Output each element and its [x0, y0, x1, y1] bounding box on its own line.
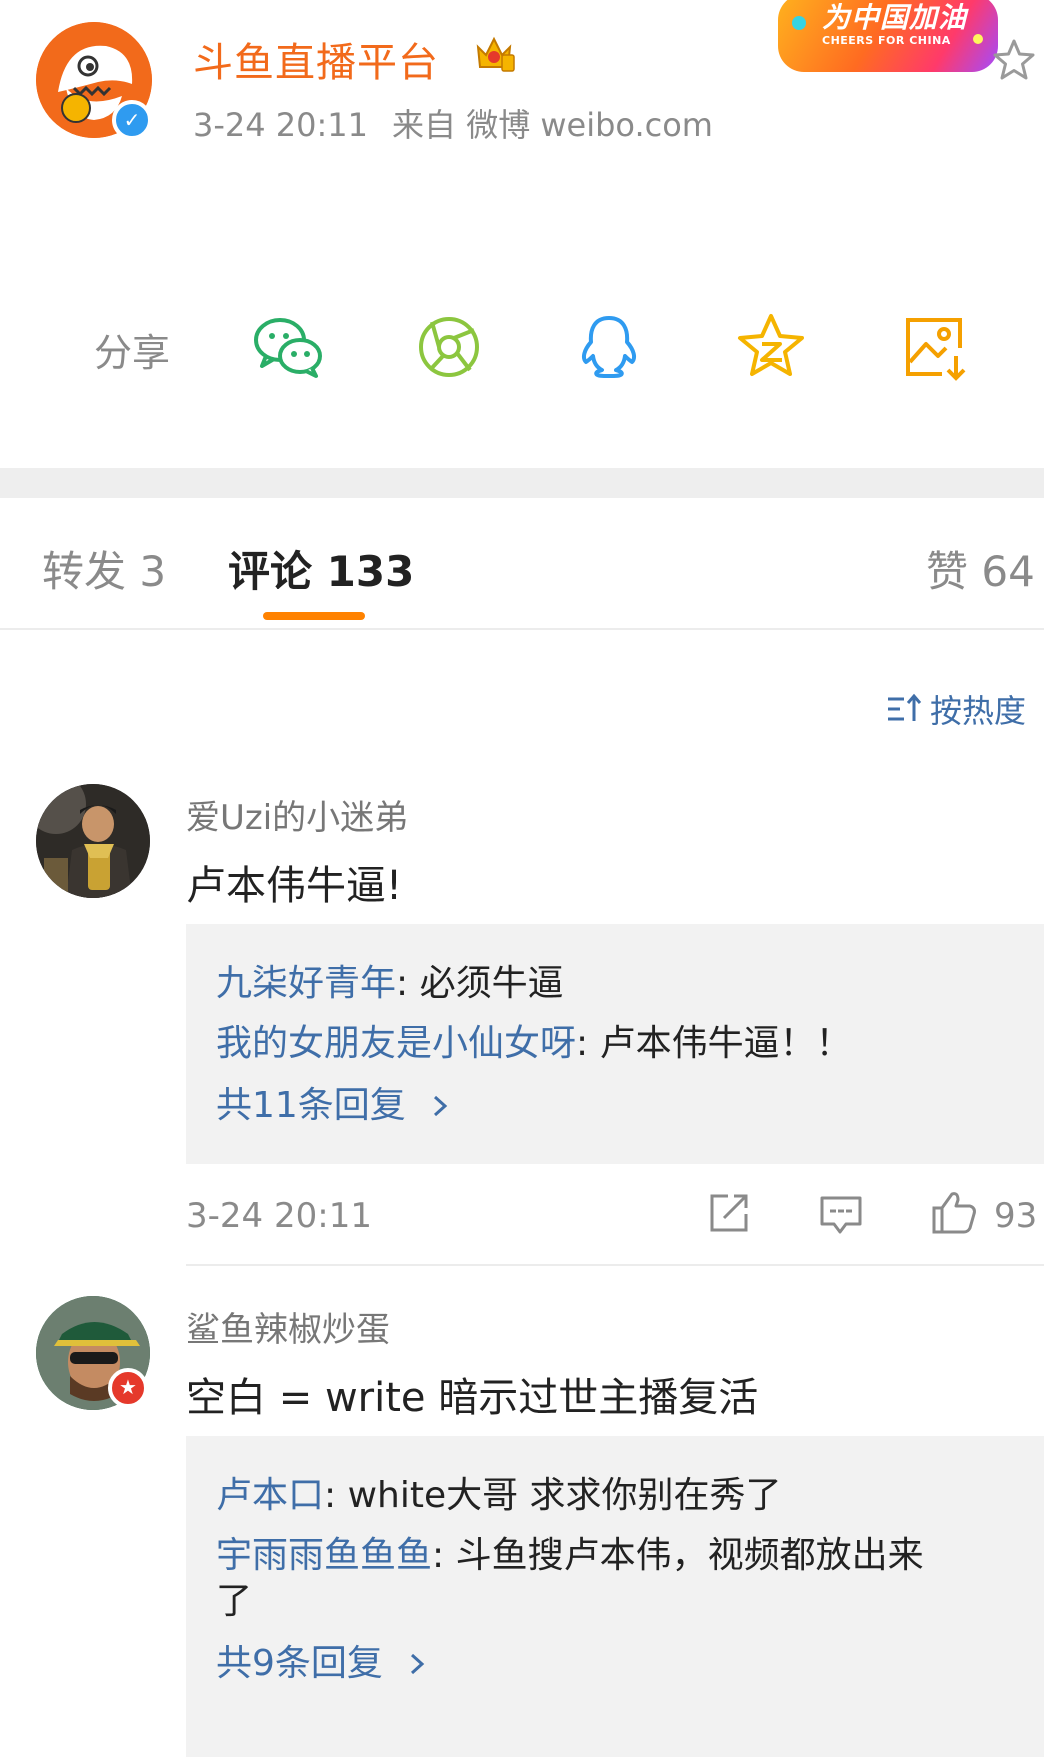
- wechat-icon[interactable]: [250, 308, 328, 386]
- reply-user[interactable]: 我的女朋友是小仙女呀: [216, 1023, 576, 1064]
- reply-item[interactable]: 我的女朋友是小仙女呀: 卢本伟牛逼！！: [216, 1014, 852, 1066]
- save-image-icon[interactable]: [896, 308, 974, 386]
- reply-item[interactable]: 宇雨雨鱼鱼鱼: 斗鱼搜卢本伟，视频都放出来: [216, 1526, 924, 1578]
- comment-text: 空白 = write 暗示过世主播复活: [186, 1375, 759, 1421]
- banner-subtitle: CHEERS FOR CHINA: [822, 34, 951, 47]
- commenter-avatar[interactable]: [36, 784, 150, 898]
- reply-item[interactable]: 卢本口: white大哥 求求你别在秀了: [216, 1466, 782, 1518]
- comment-time: 3-24 20:11: [186, 1196, 372, 1236]
- banner-decoration-dot: [973, 34, 983, 44]
- view-all-replies-link[interactable]: 共11条回复: [216, 1076, 451, 1128]
- comment-text: 卢本伟牛逼!: [186, 863, 403, 909]
- section-separator: [0, 468, 1044, 498]
- commenter-name[interactable]: 爱Uzi的小迷弟: [186, 790, 408, 839]
- poster-name[interactable]: 斗鱼直播平台: [193, 30, 439, 88]
- commenter-name[interactable]: 鲨鱼辣椒炒蛋: [186, 1302, 390, 1351]
- active-tab-indicator: [263, 612, 365, 620]
- view-all-replies-label: 共11条回复: [216, 1085, 406, 1126]
- thumbs-up-icon[interactable]: [930, 1188, 978, 1236]
- sort-by-hot-button[interactable]: 按热度: [886, 686, 1026, 732]
- reply-user[interactable]: 卢本口: [216, 1475, 324, 1516]
- reply-item[interactable]: 九柒好青年: 必须牛逼: [216, 954, 564, 1006]
- reply-text: 了: [216, 1581, 253, 1622]
- share-label: 分享: [94, 331, 171, 375]
- reply-preview-box[interactable]: 卢本口: white大哥 求求你别在秀了 宇雨雨鱼鱼鱼: 斗鱼搜卢本伟，视频都放…: [186, 1436, 1044, 1757]
- qzone-icon[interactable]: [732, 308, 810, 386]
- post-source: 来自 微博 weibo.com: [392, 106, 713, 144]
- verified-badge-icon: ✓: [112, 100, 152, 140]
- qq-icon[interactable]: [570, 308, 648, 386]
- reply-text: : 卢本伟牛逼！！: [576, 1023, 852, 1064]
- reply-user[interactable]: 九柒好青年: [216, 963, 396, 1004]
- reply-text: : 必须牛逼: [396, 963, 564, 1004]
- moments-icon[interactable]: [410, 308, 488, 386]
- chevron-right-icon: [434, 1095, 448, 1117]
- favorite-star-icon[interactable]: [990, 36, 1038, 84]
- cheers-for-china-banner[interactable]: 为中国加油 CHEERS FOR CHINA: [778, 0, 998, 72]
- tab-divider: [0, 628, 1044, 630]
- like-count: 93: [994, 1196, 1038, 1236]
- reply-item-continued: 了: [216, 1572, 252, 1624]
- reply-user[interactable]: 宇雨雨鱼鱼鱼: [216, 1535, 432, 1576]
- tab-comments[interactable]: 评论 133: [228, 538, 414, 599]
- banner-decoration-dot: [792, 16, 806, 30]
- tab-reposts[interactable]: 转发 3: [42, 538, 166, 599]
- sort-icon: [888, 693, 922, 721]
- view-all-replies-label: 共9条回复: [216, 1643, 383, 1684]
- view-all-replies-link[interactable]: 共9条回复: [216, 1634, 428, 1686]
- reply-text: : 斗鱼搜卢本伟，视频都放出来: [432, 1535, 924, 1576]
- crown-vip-icon: [472, 33, 516, 73]
- user-star-badge-icon: ★: [108, 1368, 148, 1408]
- reply-preview-box[interactable]: 九柒好青年: 必须牛逼 我的女朋友是小仙女呀: 卢本伟牛逼！！ 共11条回复: [186, 924, 1044, 1164]
- post-date: 3-24 20:11: [193, 106, 369, 144]
- reply-comment-icon[interactable]: [818, 1192, 864, 1238]
- reply-text: : white大哥 求求你别在秀了: [324, 1475, 782, 1516]
- banner-title: 为中国加油: [822, 1, 968, 34]
- chevron-right-icon: [411, 1653, 425, 1675]
- share-comment-icon[interactable]: [706, 1190, 752, 1236]
- comment-divider: [186, 1264, 1044, 1266]
- sort-label: 按热度: [930, 692, 1027, 730]
- tab-likes[interactable]: 赞 64: [926, 538, 1035, 599]
